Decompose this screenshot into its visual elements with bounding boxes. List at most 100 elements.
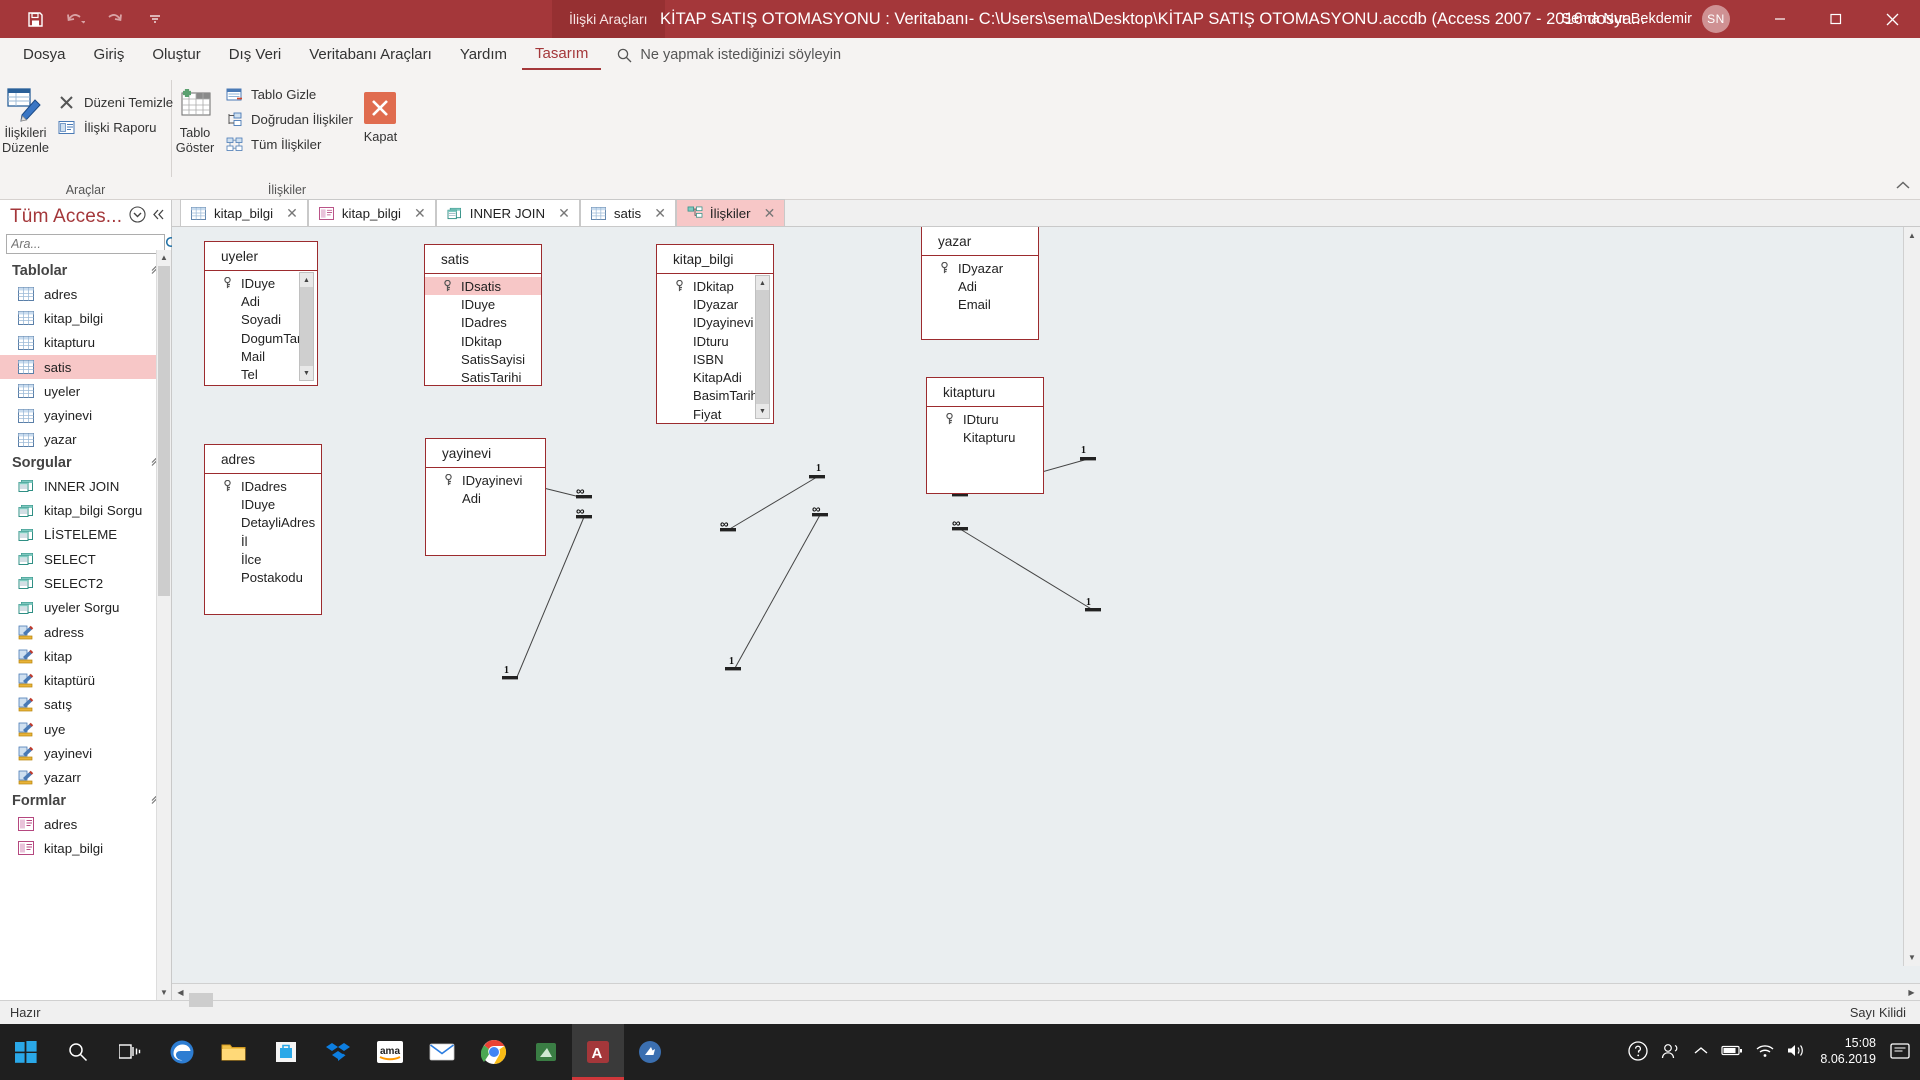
close-icon[interactable]: ✕ bbox=[414, 205, 426, 222]
ribbon-tab-olustur[interactable]: Oluştur bbox=[139, 42, 213, 69]
direct-relationships-button[interactable]: Doğrudan İlişkiler bbox=[218, 107, 359, 132]
nav-item-kitap-bilgi-sorgu[interactable]: kitap_bilgi Sorgu bbox=[0, 498, 171, 522]
nav-item-listeleme[interactable]: LİSTELEME bbox=[0, 523, 171, 547]
scroll-thumb[interactable] bbox=[189, 993, 213, 1007]
avatar[interactable]: SN bbox=[1702, 5, 1730, 33]
nav-group-formlar[interactable]: Formlar bbox=[0, 790, 171, 812]
scroll-down-arrow[interactable]: ▼ bbox=[300, 366, 313, 380]
customize-qat-icon[interactable] bbox=[138, 4, 172, 34]
help-icon[interactable] bbox=[1628, 1041, 1648, 1064]
rel-table-scrollbar[interactable]: ▲ ▼ bbox=[755, 275, 770, 419]
file-explorer-button[interactable] bbox=[208, 1024, 260, 1080]
show-table-button[interactable]: Tablo Göster bbox=[172, 78, 218, 159]
rel-field[interactable]: IDadres bbox=[205, 477, 321, 495]
clear-layout-button[interactable]: Düzeni Temizle bbox=[51, 90, 179, 115]
rel-field[interactable]: IDsatis bbox=[425, 277, 541, 295]
rel-field[interactable]: IDuye bbox=[425, 295, 541, 313]
close-icon[interactable]: ✕ bbox=[558, 205, 570, 222]
show-hidden-icons[interactable] bbox=[1694, 1045, 1708, 1059]
nav-item-adres[interactable]: adres bbox=[0, 282, 171, 306]
rel-field[interactable]: İl bbox=[205, 532, 321, 550]
contextual-tab-label[interactable]: İlişki Araçları bbox=[552, 0, 665, 38]
nav-item-yayinevi-query[interactable]: yayinevi bbox=[0, 741, 171, 765]
nav-item-inner-join[interactable]: INNER JOIN bbox=[0, 474, 171, 498]
ribbon-tab-yardim[interactable]: Yardım bbox=[447, 42, 520, 69]
relationships-canvas[interactable]: 1 1 1 1 1 1 ∞ ∞ ∞ ∞ ∞ ∞ uyeler IDuye bbox=[172, 227, 1920, 983]
rel-field[interactable]: IDyazar bbox=[922, 259, 1038, 277]
close-relationships-button[interactable]: Kapat bbox=[359, 78, 402, 149]
doc-tab-inner-join[interactable]: INNER JOIN ✕ bbox=[436, 199, 580, 226]
close-button[interactable] bbox=[1864, 0, 1920, 38]
rel-field[interactable]: Kitapturu bbox=[927, 428, 1043, 446]
maximize-button[interactable] bbox=[1808, 0, 1864, 38]
doc-tab-iliskiler[interactable]: İlişkiler ✕ bbox=[676, 199, 785, 226]
scroll-up-arrow[interactable]: ▲ bbox=[157, 250, 171, 265]
rel-field[interactable]: İlce bbox=[205, 550, 321, 568]
scroll-up-arrow[interactable]: ▲ bbox=[1904, 227, 1920, 244]
clock[interactable]: 15:08 8.06.2019 bbox=[1820, 1036, 1876, 1067]
ribbon-tab-veritabani-araclari[interactable]: Veritabanı Araçları bbox=[296, 42, 445, 69]
nav-item-form-adres[interactable]: adres bbox=[0, 812, 171, 836]
rel-table-kitap-bilgi[interactable]: kitap_bilgi IDkitap IDyazar IDyayinevi I… bbox=[656, 244, 774, 424]
nav-group-tablolar[interactable]: Tablolar bbox=[0, 260, 171, 282]
nav-item-yazarr[interactable]: yazarr bbox=[0, 766, 171, 790]
nav-item-uyeler[interactable]: uyeler bbox=[0, 379, 171, 403]
dropbox-button[interactable] bbox=[312, 1024, 364, 1080]
navigation-pane-menu-icon[interactable] bbox=[129, 206, 146, 228]
rel-field[interactable]: Email bbox=[922, 296, 1038, 314]
rel-field[interactable]: IDyayinevi bbox=[426, 471, 545, 489]
save-icon[interactable] bbox=[18, 4, 52, 34]
collapse-navigation-pane-icon[interactable] bbox=[152, 208, 165, 226]
rel-table-scrollbar[interactable]: ▲ ▼ bbox=[299, 272, 314, 381]
scroll-thumb[interactable] bbox=[756, 290, 769, 404]
rel-field[interactable]: IDadres bbox=[425, 314, 541, 332]
tool-button[interactable] bbox=[520, 1024, 572, 1080]
nav-item-adress[interactable]: adress bbox=[0, 620, 171, 644]
nav-item-yazar[interactable]: yazar bbox=[0, 428, 171, 452]
scroll-down-arrow[interactable]: ▼ bbox=[1904, 949, 1920, 966]
navigation-object-list[interactable]: Tablolar adres kitap_bilgi kitapturu sat… bbox=[0, 258, 171, 1000]
rel-field[interactable]: IDuye bbox=[205, 495, 321, 513]
rel-field[interactable]: Adi bbox=[922, 277, 1038, 295]
rel-field[interactable]: Adi bbox=[426, 489, 545, 507]
search-button[interactable] bbox=[52, 1024, 104, 1080]
rel-table-yayinevi[interactable]: yayinevi IDyayinevi Adi bbox=[425, 438, 546, 556]
battery-icon[interactable] bbox=[1721, 1044, 1743, 1060]
edit-relationships-button[interactable]: İlişkileri Düzenle bbox=[0, 78, 51, 159]
ribbon-tab-dosya[interactable]: Dosya bbox=[10, 42, 79, 69]
ribbon-tab-giris[interactable]: Giriş bbox=[81, 42, 138, 69]
app-button[interactable] bbox=[624, 1024, 676, 1080]
store-button[interactable] bbox=[260, 1024, 312, 1080]
mail-button[interactable] bbox=[416, 1024, 468, 1080]
scroll-down-arrow[interactable]: ▼ bbox=[157, 985, 171, 1000]
access-button[interactable]: A bbox=[572, 1024, 624, 1080]
nav-item-satis[interactable]: satis bbox=[0, 355, 171, 379]
rel-table-yazar[interactable]: yazar IDyazar Adi Email bbox=[921, 227, 1039, 340]
nav-item-select2[interactable]: SELECT2 bbox=[0, 571, 171, 595]
rel-table-adres[interactable]: adres IDadres IDuye DetayliAdres İl İlce… bbox=[204, 444, 322, 615]
close-icon[interactable]: ✕ bbox=[764, 205, 776, 222]
rel-field[interactable]: DetayliAdres bbox=[205, 514, 321, 532]
edge-button[interactable] bbox=[156, 1024, 208, 1080]
tell-me-box[interactable]: Ne yapmak istediğinizi söyleyin bbox=[617, 47, 841, 63]
navigation-pane-scrollbar[interactable]: ▲ ▼ bbox=[156, 250, 171, 1000]
nav-item-satis-query[interactable]: satış bbox=[0, 693, 171, 717]
rel-field[interactable]: SatisSayisi bbox=[425, 350, 541, 368]
nav-item-yayinevi[interactable]: yayinevi bbox=[0, 403, 171, 427]
doc-tab-kitap-bilgi-table[interactable]: kitap_bilgi ✕ bbox=[180, 199, 308, 226]
volume-icon[interactable] bbox=[1787, 1043, 1806, 1061]
wifi-icon[interactable] bbox=[1756, 1044, 1774, 1061]
rel-table-uyeler[interactable]: uyeler IDuye Adi Soyadi DogumTarihi Mail… bbox=[204, 241, 318, 386]
user-account[interactable]: Sema Nur Bekdemir SN bbox=[1561, 0, 1730, 38]
doc-tab-satis[interactable]: satis ✕ bbox=[580, 199, 676, 226]
nav-item-uyeler-sorgu[interactable]: uyeler Sorgu bbox=[0, 596, 171, 620]
nav-item-select[interactable]: SELECT bbox=[0, 547, 171, 571]
nav-item-kitapturu-query[interactable]: kitaptürü bbox=[0, 668, 171, 692]
rel-field[interactable]: IDkitap bbox=[425, 332, 541, 350]
scroll-right-arrow[interactable]: ▶ bbox=[1903, 984, 1920, 1001]
rel-table-kitapturu[interactable]: kitapturu IDturu Kitapturu bbox=[926, 377, 1044, 494]
rel-field[interactable]: Postakodu bbox=[205, 568, 321, 586]
nav-item-kitap[interactable]: kitap bbox=[0, 644, 171, 668]
hide-table-button[interactable]: Tablo Gizle bbox=[218, 82, 359, 107]
ribbon-tab-tasarim[interactable]: Tasarım bbox=[522, 41, 601, 70]
